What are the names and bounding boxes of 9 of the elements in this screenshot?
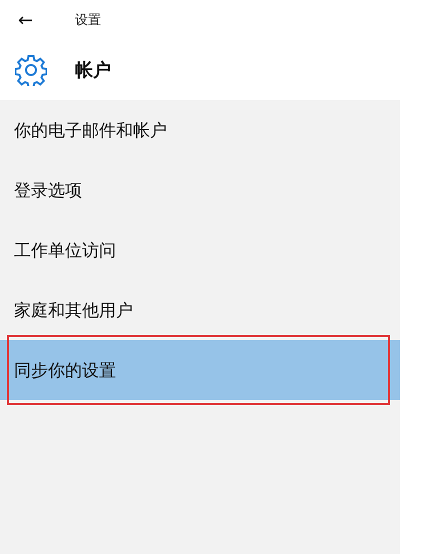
menu-item[interactable]: 家庭和其他用户 <box>0 280 400 340</box>
menu-item[interactable]: 工作单位访问 <box>0 220 400 280</box>
window-title: 设置 <box>75 12 101 29</box>
menu-item[interactable]: 你的电子邮件和帐户 <box>0 100 400 160</box>
page-title: 帐户 <box>75 59 111 82</box>
back-button[interactable]: ← <box>0 10 58 30</box>
menu-item[interactable]: 同步你的设置 <box>0 340 400 400</box>
menu-item[interactable]: 登录选项 <box>0 160 400 220</box>
settings-icon <box>15 54 47 86</box>
